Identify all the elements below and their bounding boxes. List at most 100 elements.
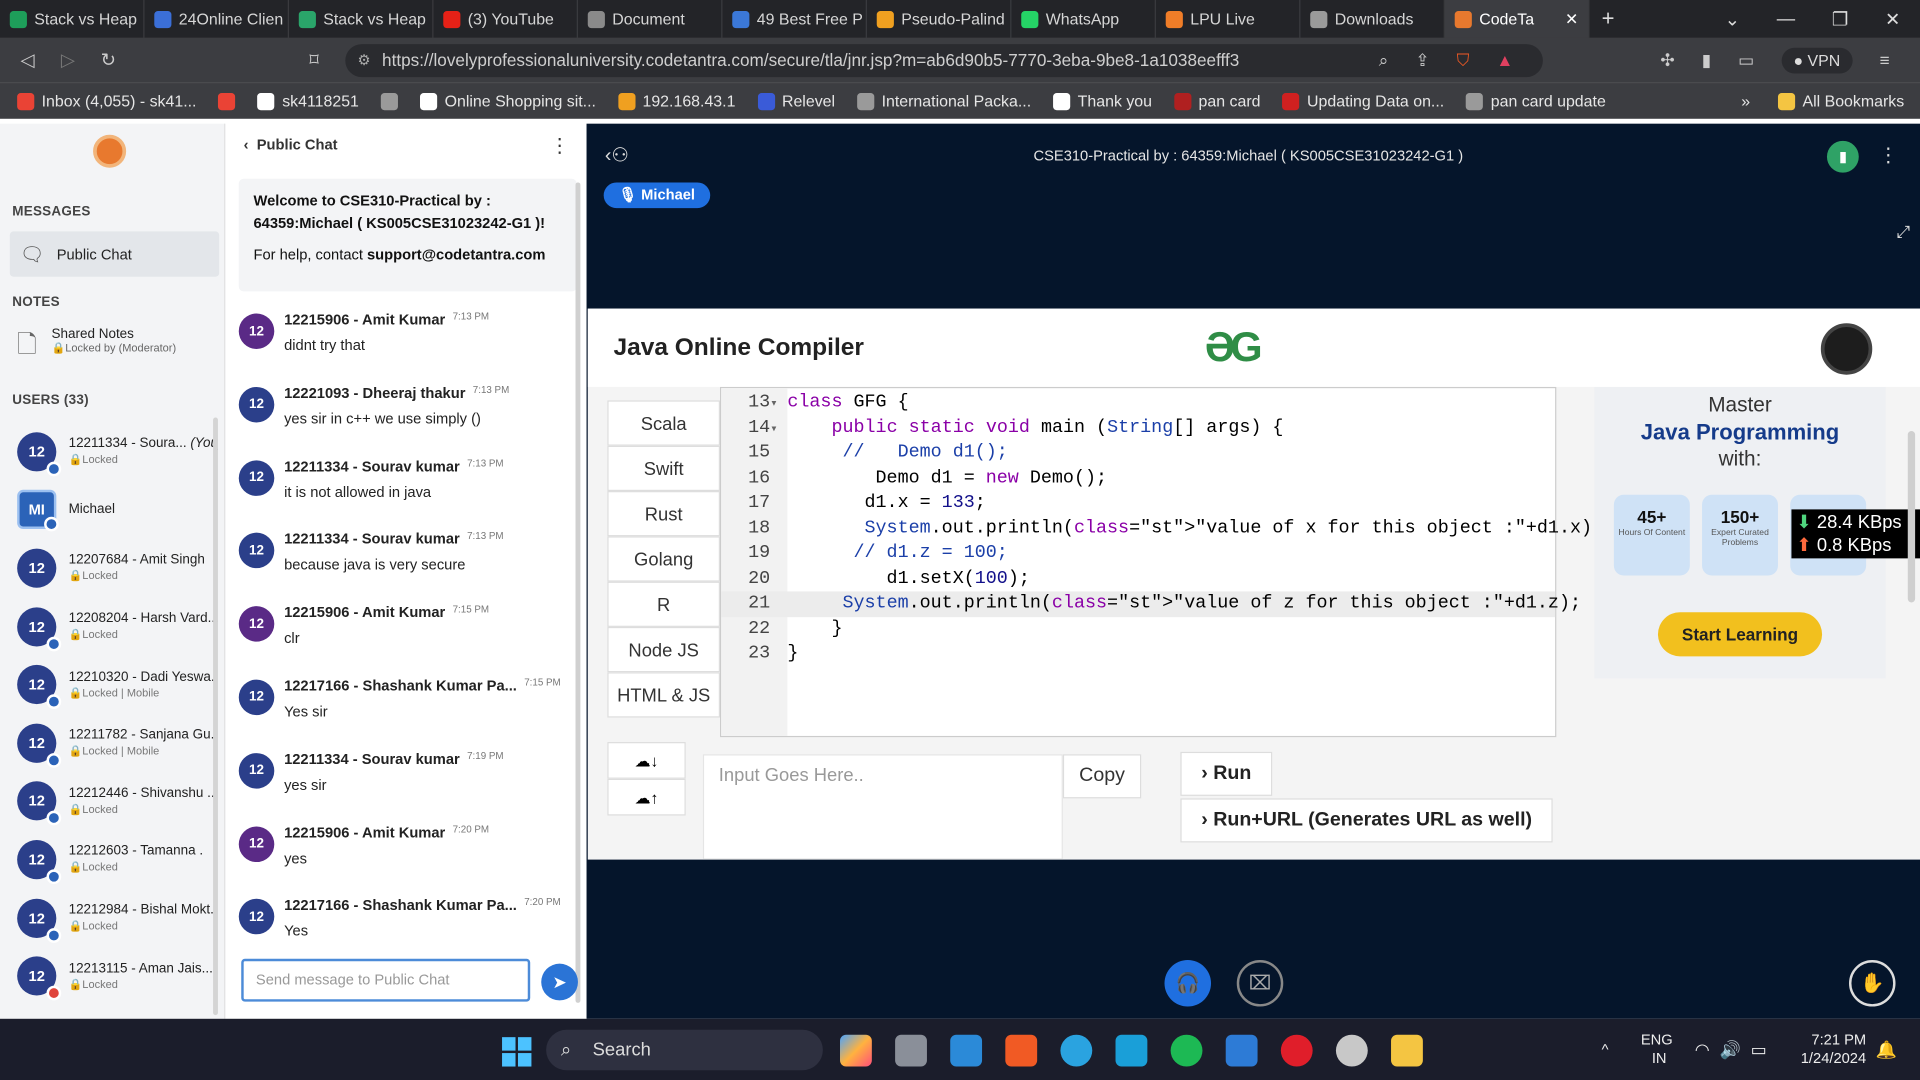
chat-scrollbar[interactable]	[575, 182, 581, 1003]
vpn-button[interactable]: ● VPN	[1781, 47, 1853, 73]
status-icons[interactable]: ◠ 🔊 ▭	[1695, 1019, 1767, 1080]
copilot-icon[interactable]	[840, 1034, 872, 1067]
vscode-icon[interactable]	[950, 1034, 983, 1067]
send-icon[interactable]: ➤	[541, 963, 578, 1001]
lpu-app-icon[interactable]	[1115, 1034, 1148, 1067]
user-list-item[interactable]: 12 12211334 - Soura...(You) 🔒Locked	[0, 422, 218, 480]
user-list-item[interactable]: 12 12213115 - Aman Jais... 🔒Locked	[0, 947, 218, 1005]
shared-notes-item[interactable]: 🗋 Shared Notes 🔒Locked by (Moderator)	[17, 327, 176, 369]
bookmark-item[interactable]	[380, 92, 399, 110]
brave-shield-icon[interactable]: ⛉	[1457, 50, 1470, 71]
tray-chevron-icon[interactable]: ^	[1602, 1041, 1609, 1058]
bookmark-item[interactable]	[218, 92, 236, 110]
bookmark-item[interactable]: Inbox (4,055) - sk41...	[17, 92, 196, 110]
fullscreen-icon[interactable]: ⤢	[1897, 222, 1911, 243]
user-list-scrollbar[interactable]	[213, 417, 218, 1016]
language-option[interactable]: Node JS	[607, 626, 721, 673]
back-icon[interactable]: ◁	[7, 49, 47, 71]
connection-status-icon[interactable]: ▮	[1826, 140, 1859, 173]
user-list-item[interactable]: 12 12211782 - Sanjana Gu... 🔒Locked | Mobi…	[0, 714, 218, 772]
bookmark-item[interactable]: pan card update	[1466, 92, 1606, 110]
bookmark-item[interactable]: sk4118251	[257, 92, 359, 110]
language-indicator[interactable]: ENG IN	[1641, 1019, 1673, 1080]
bookmark-item[interactable]: Updating Data on...	[1282, 92, 1444, 110]
share-icon[interactable]: ⇪	[1415, 50, 1429, 71]
user-list-item[interactable]: MI Michael	[0, 481, 218, 539]
sidebar-icon[interactable]: ▮	[1702, 50, 1711, 71]
minimize-icon[interactable]: —	[1777, 9, 1795, 30]
download-cloud-icon[interactable]: ☁↓	[607, 742, 686, 779]
bookmark-item[interactable]: Thank you	[1053, 92, 1152, 110]
reload-icon[interactable]: ↻	[88, 49, 128, 71]
user-list-item[interactable]: 12 12212603 - Tamanna . 🔒Locked	[0, 830, 218, 888]
language-option[interactable]: Scala	[607, 400, 721, 446]
bookmark-item[interactable]: Online Shopping sit...	[420, 92, 596, 110]
clock[interactable]: 7:21 PM 1/24/2024	[1790, 1019, 1866, 1080]
run-button[interactable]: › Run	[1180, 751, 1273, 796]
taskbar-search[interactable]: ⌕ Search	[546, 1029, 823, 1071]
start-learning-button[interactable]: Start Learning	[1657, 612, 1823, 657]
bookmarks-overflow-icon[interactable]: »	[1741, 92, 1750, 110]
task-view-icon[interactable]	[895, 1034, 927, 1067]
browser-tab[interactable]: WhatsApp	[1011, 0, 1156, 38]
fold-icon[interactable]: ▾	[770, 393, 787, 418]
bookmark-item[interactable]: pan card	[1174, 92, 1260, 110]
clock-app-icon[interactable]	[1335, 1034, 1368, 1067]
bookmark-item[interactable]: Relevel	[757, 92, 835, 110]
spotify-icon[interactable]	[1170, 1034, 1203, 1067]
language-option[interactable]: Rust	[607, 491, 721, 537]
public-chat-item[interactable]: 🗨 Public Chat	[9, 231, 220, 277]
language-option[interactable]: R	[607, 581, 721, 627]
user-list-item[interactable]: 12 12210320 - Dadi Yeswa... 🔒Locked | Mobi…	[0, 656, 218, 714]
chat-message-input[interactable]: Send message to Public Chat	[241, 958, 531, 1002]
brave-icon[interactable]	[1005, 1034, 1038, 1067]
bookmark-icon[interactable]: ⌑	[294, 49, 334, 71]
notification-bell-icon[interactable]: 🔔	[1876, 1019, 1897, 1080]
zoom-icon[interactable]: ⌕	[1379, 50, 1389, 71]
bookmark-item[interactable]: International Packa...	[857, 92, 1031, 110]
presentation-options-icon[interactable]: ⋮	[1878, 143, 1898, 167]
new-tab-icon[interactable]: +	[1602, 6, 1615, 32]
camera-off-icon[interactable]: ⌧	[1236, 960, 1284, 1007]
user-list-item[interactable]: 12 12212984 - Bishal Mokt... 🔒Locked	[0, 889, 218, 947]
browser-tab[interactable]: Downloads	[1300, 0, 1445, 38]
upload-cloud-icon[interactable]: ☁↑	[607, 778, 686, 816]
site-info-icon[interactable]: ⚙	[358, 44, 371, 77]
browser-tab[interactable]: 49 Best Free P	[722, 0, 867, 38]
minimize-presentation-icon[interactable]: ‹⚇	[605, 143, 629, 167]
url-field[interactable]: ⚙ https://lovelyprofessionaluniversity.c…	[345, 44, 1543, 78]
wallet-icon[interactable]: ▭	[1738, 50, 1754, 71]
extensions-icon[interactable]: ✣	[1660, 50, 1674, 71]
menu-icon[interactable]: ≡	[1879, 50, 1889, 70]
forward-icon[interactable]: ▷	[48, 49, 88, 71]
restore-icon[interactable]: ❐	[1832, 8, 1848, 30]
copy-button[interactable]: Copy	[1062, 754, 1142, 799]
browser-tab[interactable]: Pseudo-Palind	[867, 0, 1012, 38]
language-option[interactable]: Swift	[607, 445, 721, 492]
bookmark-item[interactable]: 192.168.43.1	[617, 92, 735, 110]
file-explorer-icon[interactable]	[1391, 1034, 1423, 1067]
browser-tab[interactable]: (3) YouTube	[433, 0, 578, 38]
telegram-icon[interactable]	[1060, 1034, 1093, 1067]
profile-avatar[interactable]	[1820, 323, 1873, 375]
close-icon[interactable]: ✕	[1885, 8, 1900, 30]
chevron-down-icon[interactable]: ⌄	[1725, 8, 1740, 30]
raise-hand-icon[interactable]: ✋	[1848, 960, 1896, 1007]
user-list-item[interactable]: 12 12207684 - Amit Singh 🔒Locked	[0, 539, 218, 597]
all-bookmarks-button[interactable]: All Bookmarks	[1777, 92, 1904, 110]
chat-header[interactable]: ‹ Public Chat	[244, 136, 338, 153]
browser-tab[interactable]: CodeTa ✕	[1444, 0, 1590, 38]
opera-icon[interactable]	[1280, 1034, 1313, 1067]
headphones-icon[interactable]: 🎧	[1164, 960, 1212, 1007]
brave-rewards-icon[interactable]: ▲	[1496, 50, 1513, 70]
browser-tab[interactable]: Stack vs Heap	[289, 0, 434, 38]
fold-icon[interactable]: ▾	[770, 418, 787, 443]
user-list-item[interactable]: 12 12212446 - Shivanshu ... 🔒Locked	[0, 772, 218, 830]
chat-options-icon[interactable]: ⋮	[550, 133, 570, 157]
browser-tab[interactable]: LPU Live	[1156, 0, 1301, 38]
browser-tab[interactable]: 24Online Clien	[144, 0, 289, 38]
browser-tab[interactable]: Document	[578, 0, 723, 38]
windows-start-icon[interactable]	[502, 1037, 532, 1067]
user-list-item[interactable]: 12 12208204 - Harsh Vard... 🔒Locked	[0, 597, 218, 655]
language-option[interactable]: Golang	[607, 536, 721, 582]
